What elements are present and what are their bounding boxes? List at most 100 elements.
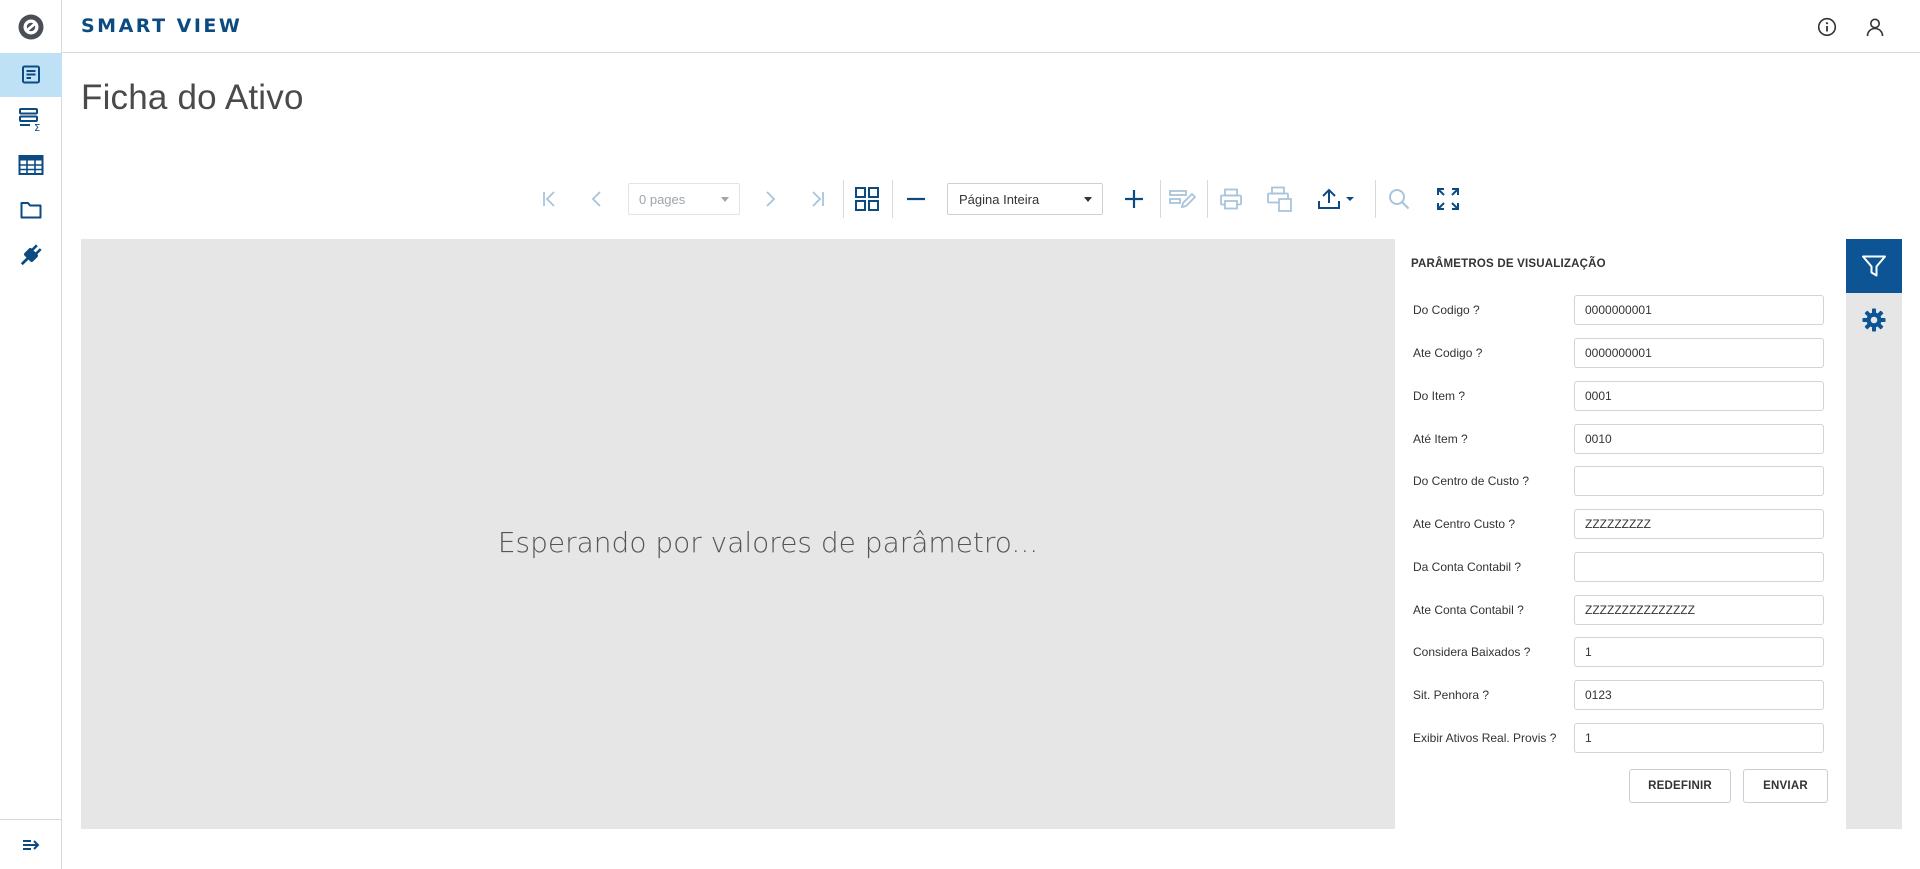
param-row: Sit. Penhora ? xyxy=(1413,680,1838,710)
param-row: Exibir Ativos Real. Provis ? xyxy=(1413,723,1838,753)
plug-icon xyxy=(20,244,42,266)
param-input[interactable] xyxy=(1574,595,1824,625)
param-label: Até Item ? xyxy=(1413,432,1468,446)
param-row: Da Conta Contabil ? xyxy=(1413,552,1838,582)
param-input[interactable] xyxy=(1574,637,1824,667)
page-selector-value: 0 pages xyxy=(639,192,686,207)
thumbnails-button[interactable] xyxy=(847,178,887,220)
param-row: Considera Baixados ? xyxy=(1413,637,1838,667)
param-label: Ate Codigo ? xyxy=(1413,346,1483,360)
zoom-out-button[interactable] xyxy=(896,178,936,220)
user-menu-button[interactable] xyxy=(1862,14,1888,40)
tab-parameters[interactable] xyxy=(1846,239,1902,293)
nav-item-files[interactable] xyxy=(0,188,62,232)
param-label: Exibir Ativos Real. Provis ? xyxy=(1413,731,1557,745)
first-page-button[interactable] xyxy=(530,178,570,220)
toolbar-divider xyxy=(892,180,893,218)
minus-icon xyxy=(907,197,925,201)
first-page-icon xyxy=(543,191,555,207)
search-button[interactable] xyxy=(1379,178,1419,220)
folder-icon xyxy=(20,202,42,219)
filter-icon xyxy=(1862,255,1886,277)
param-row: Do Item ? xyxy=(1413,381,1838,411)
export-upload-icon xyxy=(1317,188,1340,209)
caret-down-icon xyxy=(1345,197,1354,201)
param-row: Ate Codigo ? xyxy=(1413,338,1838,368)
toolbar-divider xyxy=(1375,180,1376,218)
page-title: Ficha do Ativo xyxy=(81,78,304,117)
info-button[interactable] xyxy=(1814,14,1840,40)
param-input[interactable] xyxy=(1574,381,1824,411)
caret-down-icon xyxy=(721,197,729,202)
param-row: Ate Conta Contabil ? xyxy=(1413,595,1838,625)
param-row: Do Centro de Custo ? xyxy=(1413,466,1838,496)
grid-view-icon xyxy=(855,187,879,211)
toolbar-divider xyxy=(1160,180,1161,218)
last-page-icon xyxy=(812,191,824,207)
previous-page-button[interactable] xyxy=(577,178,617,220)
tab-settings[interactable] xyxy=(1846,293,1902,347)
chevron-left-icon xyxy=(591,191,601,207)
info-icon xyxy=(1817,17,1837,37)
top-header: SMART VIEW xyxy=(62,0,1920,53)
param-input[interactable] xyxy=(1574,509,1824,539)
edit-icon xyxy=(1169,190,1196,209)
toolbar-divider xyxy=(843,180,844,218)
param-row: Do Codigo ? xyxy=(1413,295,1838,325)
print-button[interactable] xyxy=(1211,178,1251,220)
param-label: Da Conta Contabil ? xyxy=(1413,560,1522,574)
fullscreen-icon xyxy=(1437,188,1459,210)
param-input[interactable] xyxy=(1574,424,1824,454)
param-row: Até Item ? xyxy=(1413,424,1838,454)
edit-parameters-button[interactable] xyxy=(1162,178,1202,220)
collapse-nav-button[interactable] xyxy=(0,819,62,869)
user-icon xyxy=(1866,18,1884,37)
table-icon xyxy=(18,155,44,175)
report-viewer: Esperando por valores de parâmetro... xyxy=(81,239,1395,829)
param-row: Ate Centro Custo ? xyxy=(1413,509,1838,539)
param-label: Do Centro de Custo ? xyxy=(1413,474,1530,488)
nav-item-analysis[interactable]: Σ xyxy=(0,97,62,141)
side-nav: Σ xyxy=(0,0,62,869)
report-icon xyxy=(22,65,40,84)
analysis-sigma-icon: Σ xyxy=(19,108,40,132)
viewer-status-message: Esperando por valores de parâmetro... xyxy=(497,526,1039,559)
param-input[interactable] xyxy=(1574,295,1824,325)
parameters-panel: PARÂMETROS DE VISUALIZAÇÃO Do Codigo ? A… xyxy=(1395,239,1846,829)
param-label: Ate Centro Custo ? xyxy=(1413,517,1516,531)
param-input[interactable] xyxy=(1574,552,1824,582)
param-label: Do Item ? xyxy=(1413,389,1466,403)
param-input[interactable] xyxy=(1574,338,1824,368)
zoom-selector-value: Página Inteira xyxy=(959,192,1040,207)
fullscreen-button[interactable] xyxy=(1428,178,1468,220)
reset-button[interactable]: REDEFINIR xyxy=(1629,769,1731,803)
nav-item-grids[interactable] xyxy=(0,143,62,187)
logo-icon xyxy=(18,14,44,39)
zoom-in-button[interactable] xyxy=(1114,178,1154,220)
parameters-title: PARÂMETROS DE VISUALIZAÇÃO xyxy=(1411,258,1606,270)
print-page-icon xyxy=(1267,186,1292,212)
next-page-button[interactable] xyxy=(750,178,790,220)
last-page-button[interactable] xyxy=(797,178,837,220)
page-selector[interactable]: 0 pages xyxy=(628,183,740,215)
svg-text:Σ: Σ xyxy=(34,123,40,132)
caret-down-icon xyxy=(1084,197,1092,202)
param-label: Do Codigo ? xyxy=(1413,303,1480,317)
plus-icon xyxy=(1125,190,1143,208)
param-label: Ate Conta Contabil ? xyxy=(1413,603,1524,617)
export-button[interactable] xyxy=(1310,178,1360,220)
param-input[interactable] xyxy=(1574,680,1824,710)
param-input[interactable] xyxy=(1574,723,1824,753)
print-page-button[interactable] xyxy=(1260,178,1300,220)
param-label: Considera Baixados ? xyxy=(1413,645,1531,659)
toolbar-divider xyxy=(1207,180,1208,218)
expand-menu-icon xyxy=(23,839,40,850)
submit-button[interactable]: ENVIAR xyxy=(1743,769,1828,803)
nav-item-integrations[interactable] xyxy=(0,233,62,277)
zoom-selector[interactable]: Página Inteira xyxy=(947,183,1103,215)
param-input[interactable] xyxy=(1574,466,1824,496)
app-brand: SMART VIEW xyxy=(81,15,243,37)
side-tabs xyxy=(1846,239,1902,829)
app-logo[interactable] xyxy=(0,0,62,53)
nav-item-reports[interactable] xyxy=(0,53,62,97)
